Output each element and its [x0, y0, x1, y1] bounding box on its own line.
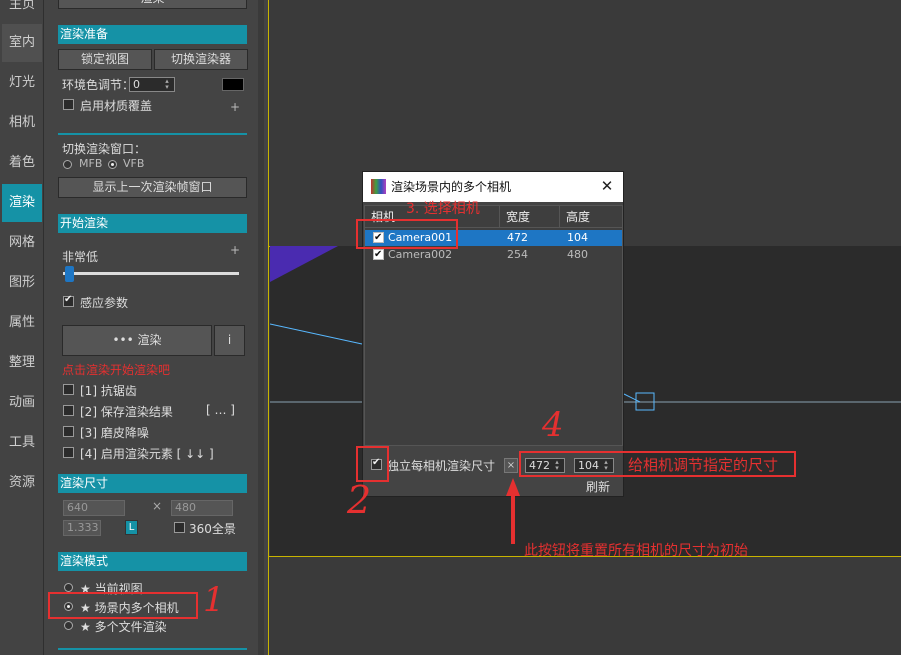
nav-item-property[interactable]: 属性: [2, 304, 42, 342]
nav-item-mesh[interactable]: 网格: [2, 224, 42, 262]
render-height-input[interactable]: 480: [171, 500, 233, 516]
camera-height: 480: [567, 248, 588, 261]
size-times-label: ×: [152, 499, 163, 513]
antialias-label: [1] 抗锯齿: [80, 384, 137, 398]
render-elements-label: [4] 启用渲染元素 [ ↓↓ ]: [80, 447, 214, 461]
render-hint: 点击渲染开始渲染吧: [62, 363, 171, 377]
mode-multi-file-label: ★ 多个文件渲染: [80, 620, 167, 634]
camera-name: Camera002: [388, 248, 453, 261]
camera-checkbox[interactable]: [373, 247, 384, 263]
divider: [58, 648, 247, 650]
section-header-mode: 渲染模式: [58, 552, 247, 571]
nav-item-animation[interactable]: 动画: [2, 384, 42, 422]
show-last-frame-button[interactable]: 显示上一次渲染帧窗口: [58, 177, 247, 198]
nav-item-light[interactable]: 灯光: [2, 64, 42, 102]
annotation-step1: 1: [203, 580, 225, 620]
save-result-label: [2] 保存渲染结果: [80, 405, 173, 419]
sense-param-label: 感应参数: [80, 296, 129, 310]
env-color-swatch[interactable]: [222, 78, 244, 91]
annotation-box-mode: [48, 592, 198, 619]
annotation-step4: 4: [542, 405, 564, 445]
panorama-label: 360全景: [189, 522, 236, 536]
mfb-radio[interactable]: [63, 160, 72, 169]
material-add-icon[interactable]: +: [230, 100, 240, 114]
nav-item-home[interactable]: 主页: [2, 0, 42, 24]
nav-item-interior[interactable]: 室内: [2, 24, 42, 62]
quality-slider[interactable]: [63, 272, 239, 275]
divider: [58, 133, 247, 135]
panel-scrollbar[interactable]: [258, 0, 264, 655]
annotation-box-checkbox: [356, 446, 389, 482]
annotation-arrow: [506, 478, 520, 544]
mfb-label: MFB: [79, 157, 103, 170]
env-color-input[interactable]: 0: [129, 77, 175, 92]
render-button[interactable]: ••• 渲染: [62, 325, 212, 356]
mode-current-radio[interactable]: [64, 583, 73, 592]
env-color-label: 环境色调节：: [62, 78, 135, 92]
aspect-ratio-input[interactable]: 1.333: [63, 520, 101, 536]
section-header-prep: 渲染准备: [58, 25, 247, 44]
annotation-step3: 3. 选择相机: [406, 201, 480, 217]
annotation-box-camera: [356, 219, 458, 249]
render-info-button[interactable]: i: [214, 325, 245, 356]
reset-size-button[interactable]: ×: [504, 458, 518, 473]
camera-width: 254: [507, 248, 528, 261]
switch-renderer-button[interactable]: 切换渲染器: [154, 49, 248, 70]
vfb-radio[interactable]: [108, 160, 117, 169]
section-header-start: 开始渲染: [58, 214, 247, 233]
denoise-label: [3] 磨皮降噪: [80, 426, 149, 440]
refresh-button[interactable]: 刷新: [586, 478, 610, 495]
camera-width: 472: [507, 231, 528, 244]
save-result-checkbox[interactable]: [63, 405, 74, 416]
mode-multi-file-radio[interactable]: [64, 621, 73, 630]
sense-param-checkbox[interactable]: [63, 294, 74, 307]
nav-item-camera[interactable]: 相机: [2, 104, 42, 142]
annotation-adjust-size: 给相机调节指定的尺寸: [628, 456, 779, 474]
nav-item-tools[interactable]: 工具: [2, 424, 42, 462]
independent-size-label: 独立每相机渲染尺寸: [387, 459, 496, 473]
material-override-checkbox[interactable]: [63, 99, 74, 110]
annotation-reset-note: 此按钮将重置所有相机的尺寸为初始: [524, 543, 748, 559]
column-header-height[interactable]: 高度: [560, 206, 622, 228]
annotation-step2: 2: [347, 478, 372, 522]
column-header-width[interactable]: 宽度: [500, 206, 560, 228]
close-icon[interactable]: ✕: [599, 178, 615, 194]
nav-item-shape[interactable]: 图形: [2, 264, 42, 302]
save-result-browse-button[interactable]: [ … ]: [206, 403, 235, 417]
nav-item-assets[interactable]: 资源: [2, 464, 42, 502]
camera-height: 104: [567, 231, 588, 244]
lock-ratio-button[interactable]: L: [125, 520, 138, 535]
nav-item-render[interactable]: 渲染: [2, 184, 42, 222]
render-panel: 渲染 渲染准备 锁定视图 切换渲染器 环境色调节： 0 启用材质覆盖 + 切换渲…: [48, 0, 258, 655]
camera-row[interactable]: Camera002 254 480: [365, 247, 622, 263]
render-width-input[interactable]: 640: [63, 500, 125, 516]
render-window-label: 切换渲染窗口：: [62, 142, 147, 156]
quality-slider-handle[interactable]: [65, 266, 74, 282]
quality-add-icon[interactable]: +: [230, 243, 240, 257]
section-header-size: 渲染尺寸: [58, 474, 247, 493]
app-icon: [371, 179, 386, 194]
dialog-title: 渲染场景内的多个相机: [363, 172, 623, 202]
render-top-button[interactable]: 渲染: [58, 0, 247, 9]
panorama-checkbox[interactable]: [174, 522, 185, 533]
antialias-checkbox[interactable]: [63, 384, 74, 395]
render-elements-checkbox[interactable]: [63, 447, 74, 458]
vfb-label: VFB: [123, 157, 145, 170]
nav-item-organize[interactable]: 整理: [2, 344, 42, 382]
denoise-checkbox[interactable]: [63, 426, 74, 437]
lock-view-button[interactable]: 锁定视图: [58, 49, 152, 70]
quality-label: 非常低: [62, 250, 99, 264]
nav-item-shading[interactable]: 着色: [2, 144, 42, 182]
material-override-label: 启用材质覆盖: [80, 99, 153, 113]
left-nav: 主页 室内 灯光 相机 着色 渲染 网格 图形 属性 整理 动画 工具 资源: [0, 0, 44, 655]
